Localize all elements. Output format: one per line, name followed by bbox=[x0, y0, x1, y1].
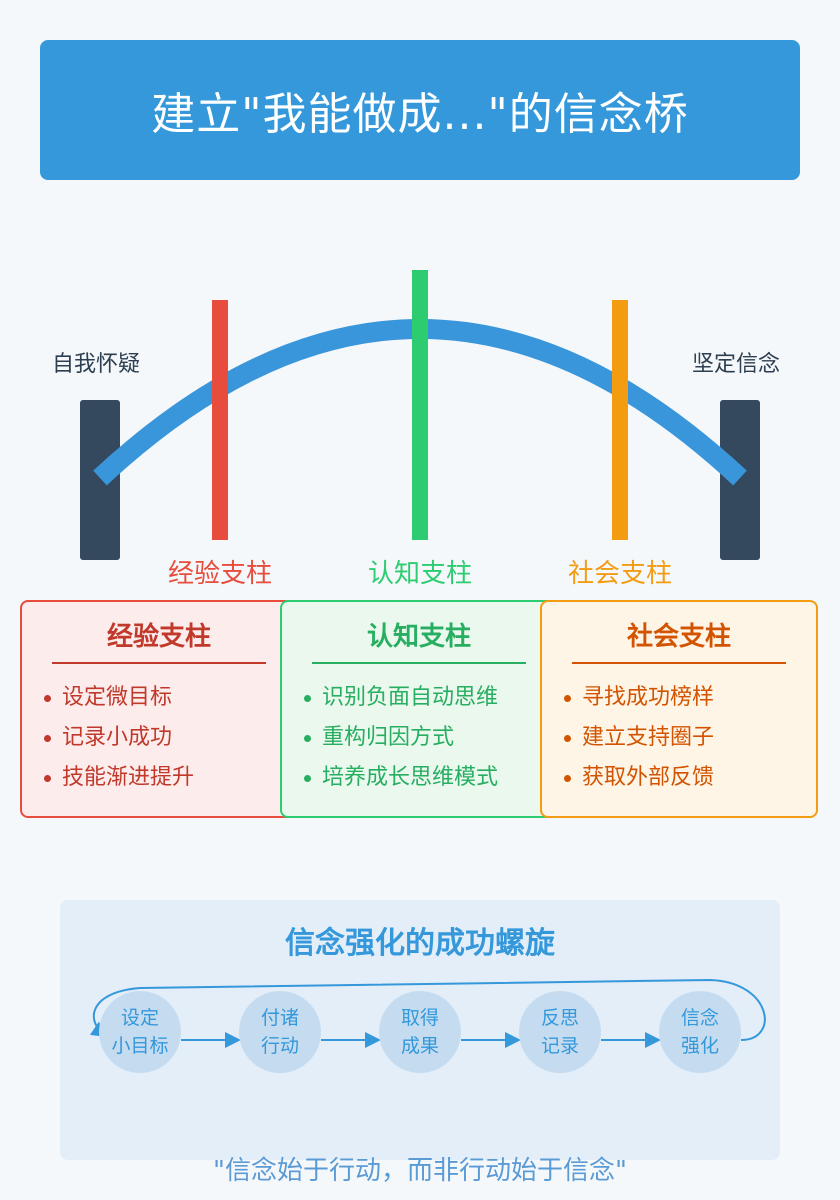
page-title: 建立"我能做成..."的信念桥 bbox=[151, 89, 689, 140]
right-abutment bbox=[720, 400, 760, 560]
step-take-action: 付诸 行动 bbox=[239, 991, 321, 1073]
closing-quote: "信念始于行动，而非行动始于信念" bbox=[213, 1156, 627, 1186]
card-divider bbox=[572, 662, 786, 664]
list-item: 技能渐进提升 bbox=[44, 758, 194, 798]
step-belief-strengthen: 信念 强化 bbox=[659, 991, 741, 1073]
bullet-icon bbox=[304, 734, 311, 742]
left-abutment bbox=[80, 400, 120, 560]
card-list: 识别负面自动思维 重构归因方式 培养成长思维模式 bbox=[304, 678, 498, 798]
left-bank-label: 自我怀疑 bbox=[52, 352, 141, 377]
card-social: 社会支柱 寻找成功榜样 建立支持圈子 获取外部反馈 bbox=[540, 600, 818, 818]
success-spiral-panel: 信念强化的成功螺旋 设定 小目标 付诸 行动 取得 成果 反思 记录 信念 强化 bbox=[60, 900, 780, 1160]
bullet-icon bbox=[44, 694, 51, 702]
title-banner: 建立"我能做成..."的信念桥 bbox=[40, 40, 800, 180]
pillar-experience bbox=[212, 300, 228, 540]
card-cognition: 认知支柱 识别负面自动思维 重构归因方式 培养成长思维模式 bbox=[280, 600, 558, 818]
card-title: 经验支柱 bbox=[106, 622, 211, 652]
list-item: 重构归因方式 bbox=[304, 718, 498, 758]
card-title: 社会支柱 bbox=[626, 622, 731, 652]
list-item: 寻找成功榜样 bbox=[564, 678, 714, 718]
list-item: 识别负面自动思维 bbox=[304, 678, 498, 718]
spiral-title: 信念强化的成功螺旋 bbox=[285, 926, 555, 961]
list-item: 建立支持圈子 bbox=[564, 718, 714, 758]
bullet-icon bbox=[564, 734, 571, 742]
list-item: 设定微目标 bbox=[44, 678, 194, 718]
right-bank-label: 坚定信念 bbox=[692, 352, 781, 377]
card-list: 寻找成功榜样 建立支持圈子 获取外部反馈 bbox=[564, 678, 714, 798]
step-get-results: 取得 成果 bbox=[379, 991, 461, 1073]
bullet-icon bbox=[44, 734, 51, 742]
bullet-icon bbox=[304, 774, 311, 782]
step-reflect-record: 反思 记录 bbox=[519, 991, 601, 1073]
bridge-diagram bbox=[80, 270, 760, 560]
bullet-icon bbox=[564, 774, 571, 782]
bullet-icon bbox=[564, 694, 571, 702]
pillar-label-social: 社会支柱 bbox=[567, 559, 672, 589]
pillar-label-experience: 经验支柱 bbox=[167, 559, 272, 589]
card-title: 认知支柱 bbox=[366, 622, 471, 652]
list-item: 获取外部反馈 bbox=[564, 758, 714, 798]
pillar-label-cognition: 认知支柱 bbox=[367, 559, 472, 589]
card-list: 设定微目标 记录小成功 技能渐进提升 bbox=[44, 678, 194, 798]
bullet-icon bbox=[304, 694, 311, 702]
pillar-cognition bbox=[412, 270, 428, 540]
pillar-social bbox=[612, 300, 628, 540]
list-item: 培养成长思维模式 bbox=[304, 758, 498, 798]
list-item: 记录小成功 bbox=[44, 718, 194, 758]
card-divider bbox=[312, 662, 526, 664]
card-divider bbox=[52, 662, 266, 664]
bullet-icon bbox=[44, 774, 51, 782]
step-set-small-goal: 设定 小目标 bbox=[99, 991, 181, 1073]
card-experience: 经验支柱 设定微目标 记录小成功 技能渐进提升 bbox=[20, 600, 298, 818]
